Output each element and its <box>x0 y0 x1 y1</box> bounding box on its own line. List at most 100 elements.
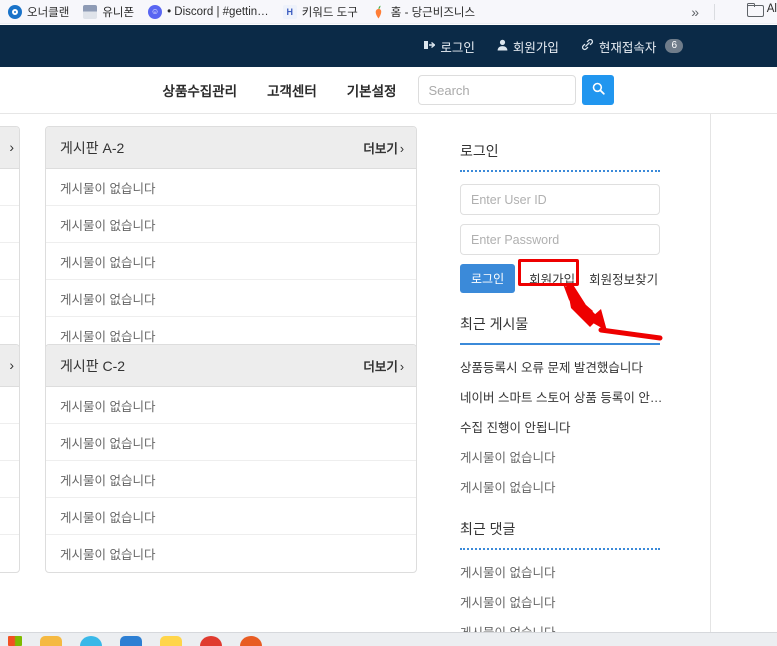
board-row[interactable]: 게시물이 없습니다 <box>46 243 416 280</box>
board-more-label: 더보기 <box>363 142 398 156</box>
chevron-right-icon: › <box>399 360 404 374</box>
board-row[interactable]: 게시물이 없습니다 <box>46 387 416 424</box>
topbar-item-label: 회원가입 <box>512 40 559 55</box>
recent-comments-title: 최근 댓글 <box>460 521 516 537</box>
recent-post-item[interactable]: 게시물이 없습니다 <box>460 477 665 496</box>
bookmark-keyword-tool[interactable]: H 키워드 도구 <box>282 4 358 20</box>
bookmark-label: 키워드 도구 <box>301 6 358 19</box>
edge-panel-row <box>0 169 19 206</box>
file-explorer-icon[interactable] <box>40 636 62 646</box>
menu-item-customer-center[interactable]: 고객센터 <box>267 80 317 100</box>
chevron-right-icon[interactable]: › <box>9 139 14 155</box>
board-title: 게시판 A-2 <box>60 139 125 156</box>
board-row[interactable]: 게시물이 없습니다 <box>46 535 416 572</box>
board-title: 게시판 C-2 <box>60 357 126 374</box>
right-sidebar: 로그인 로그인 회원가입 회원정보찾기 최근 게시물 상품등록시 오류 문제 발… <box>460 114 710 646</box>
visitor-count-badge: 6 <box>665 39 683 53</box>
board-more-link[interactable]: 더보기 › <box>363 356 404 375</box>
menu-item-basic-settings[interactable]: 기본설정 <box>347 80 397 100</box>
chevron-right-icon: › <box>399 142 404 156</box>
link-icon <box>581 38 594 54</box>
board-panel-a2: 게시판 A-2 더보기 › 게시물이 없습니다 게시물이 없습니다 게시물이 없습… <box>45 126 417 355</box>
edge-panel-top[interactable]: › <box>0 126 20 355</box>
search-button[interactable] <box>582 75 615 105</box>
main-menu: 상품수집관리 고객센터 기본설정 <box>163 80 397 100</box>
bookmark-daangn-business[interactable]: 홈 - 당근비즈니스 <box>372 4 475 20</box>
edge-panel-row <box>0 243 19 280</box>
bookmarks-bar: 오너클랜 유니폰 ☺ • Discord | #gettin… H 키워드 도구… <box>0 0 777 24</box>
topbar-current-visitors[interactable]: 현재접속자 6 <box>581 37 683 56</box>
recent-post-item[interactable]: 상품등록시 오류 문제 발견했습니다 <box>460 357 665 376</box>
board-panel-c2: 게시판 C-2 더보기 › 게시물이 없습니다 게시물이 없습니다 게시물이 없습… <box>45 344 417 573</box>
start-icon[interactable] <box>8 636 22 646</box>
board-more-label: 더보기 <box>363 360 398 374</box>
bookmark-label: 홈 - 당근비즈니스 <box>390 6 476 19</box>
app-icon[interactable] <box>120 636 142 646</box>
edge-panel-row <box>0 387 19 424</box>
board-more-link[interactable]: 더보기 › <box>363 138 404 157</box>
ownerclan-icon <box>8 4 22 19</box>
keyword-tool-icon: H <box>282 4 297 19</box>
recent-post-item[interactable]: 네이버 스마트 스토어 상품 등록이 안… <box>460 387 665 406</box>
bookmark-unipon[interactable]: 유니폰 <box>83 4 134 20</box>
recent-post-item[interactable]: 수집 진행이 안됩니다 <box>460 417 665 436</box>
bookmark-label: 오너클랜 <box>27 6 70 19</box>
search-icon <box>592 82 605 98</box>
user-icon <box>497 39 508 54</box>
login-arrow-icon <box>423 39 436 54</box>
bookmarks-overflow-button[interactable]: » <box>685 3 705 21</box>
signup-link[interactable]: 회원가입 <box>524 266 580 291</box>
bookmark-ownerclan[interactable]: 오너클랜 <box>8 4 69 20</box>
bookmark-folder-label: Al <box>766 3 777 15</box>
recent-post-item[interactable]: 게시물이 없습니다 <box>460 447 665 466</box>
recent-posts-rule <box>460 343 660 345</box>
bookmarks-divider <box>714 4 715 20</box>
topbar-login-link[interactable]: 로그인 <box>423 37 475 56</box>
topbar-signup-link[interactable]: 회원가입 <box>497 37 559 56</box>
board-panel-header: 게시판 A-2 더보기 › <box>46 127 416 169</box>
bookmark-discord[interactable]: ☺ • Discord | #gettin… <box>148 4 269 19</box>
folder-icon <box>746 3 764 17</box>
edge-panel-bottom[interactable]: › <box>0 344 20 573</box>
user-id-input[interactable] <box>460 184 660 215</box>
edge-panel-row <box>0 498 19 535</box>
os-taskbar <box>0 632 777 646</box>
recent-comment-item[interactable]: 게시물이 없습니다 <box>460 562 665 581</box>
search-input[interactable] <box>418 75 577 105</box>
site-header: 상품수집관리 고객센터 기본설정 <box>0 67 777 114</box>
board-row[interactable]: 게시물이 없습니다 <box>46 206 416 243</box>
kakao-icon[interactable] <box>160 636 182 646</box>
chevron-right-icon[interactable]: › <box>9 357 14 373</box>
recent-posts-title: 최근 게시물 <box>460 316 529 332</box>
discord-icon: ☺ <box>148 4 163 19</box>
login-button[interactable]: 로그인 <box>460 264 516 293</box>
menu-item-product-collection[interactable]: 상품수집관리 <box>163 80 238 100</box>
login-actions: 로그인 회원가입 회원정보찾기 <box>460 264 710 293</box>
bookmark-folder-all[interactable]: Al <box>746 3 777 17</box>
edge-panel-header: › <box>0 127 19 169</box>
edge-panel-row <box>0 461 19 498</box>
site-topbar: 로그인 회원가입 현재접속자 6 <box>0 25 777 67</box>
chrome-icon[interactable] <box>80 636 102 646</box>
board-row[interactable]: 게시물이 없습니다 <box>46 280 416 317</box>
board-row[interactable]: 게시물이 없습니다 <box>46 424 416 461</box>
board-panel-header: 게시판 C-2 더보기 › <box>46 345 416 387</box>
recent-comments-widget: 최근 댓글 게시물이 없습니다 게시물이 없습니다 게시물이 없습니다 게시물이… <box>460 507 710 646</box>
edge-panel-row <box>0 280 19 317</box>
edge-panel-row <box>0 424 19 461</box>
login-title-rule <box>460 170 660 172</box>
find-account-link[interactable]: 회원정보찾기 <box>589 269 658 288</box>
app-orange-icon[interactable] <box>240 636 262 646</box>
recent-posts-widget: 최근 게시물 상품등록시 오류 문제 발견했습니다 네이버 스마트 스토어 상품… <box>460 293 710 496</box>
password-input[interactable] <box>460 224 660 255</box>
app-red-icon[interactable] <box>200 636 222 646</box>
board-row[interactable]: 게시물이 없습니다 <box>46 498 416 535</box>
topbar-item-label: 로그인 <box>440 40 475 55</box>
board-row[interactable]: 게시물이 없습니다 <box>46 461 416 498</box>
recent-comment-item[interactable]: 게시물이 없습니다 <box>460 592 665 611</box>
bookmark-label: 유니폰 <box>102 6 135 19</box>
taskbar-icons <box>8 636 262 646</box>
bookmark-label: • Discord | #gettin… <box>167 5 269 18</box>
topbar-item-label: 현재접속자 <box>598 40 657 55</box>
board-row[interactable]: 게시물이 없습니다 <box>46 169 416 206</box>
